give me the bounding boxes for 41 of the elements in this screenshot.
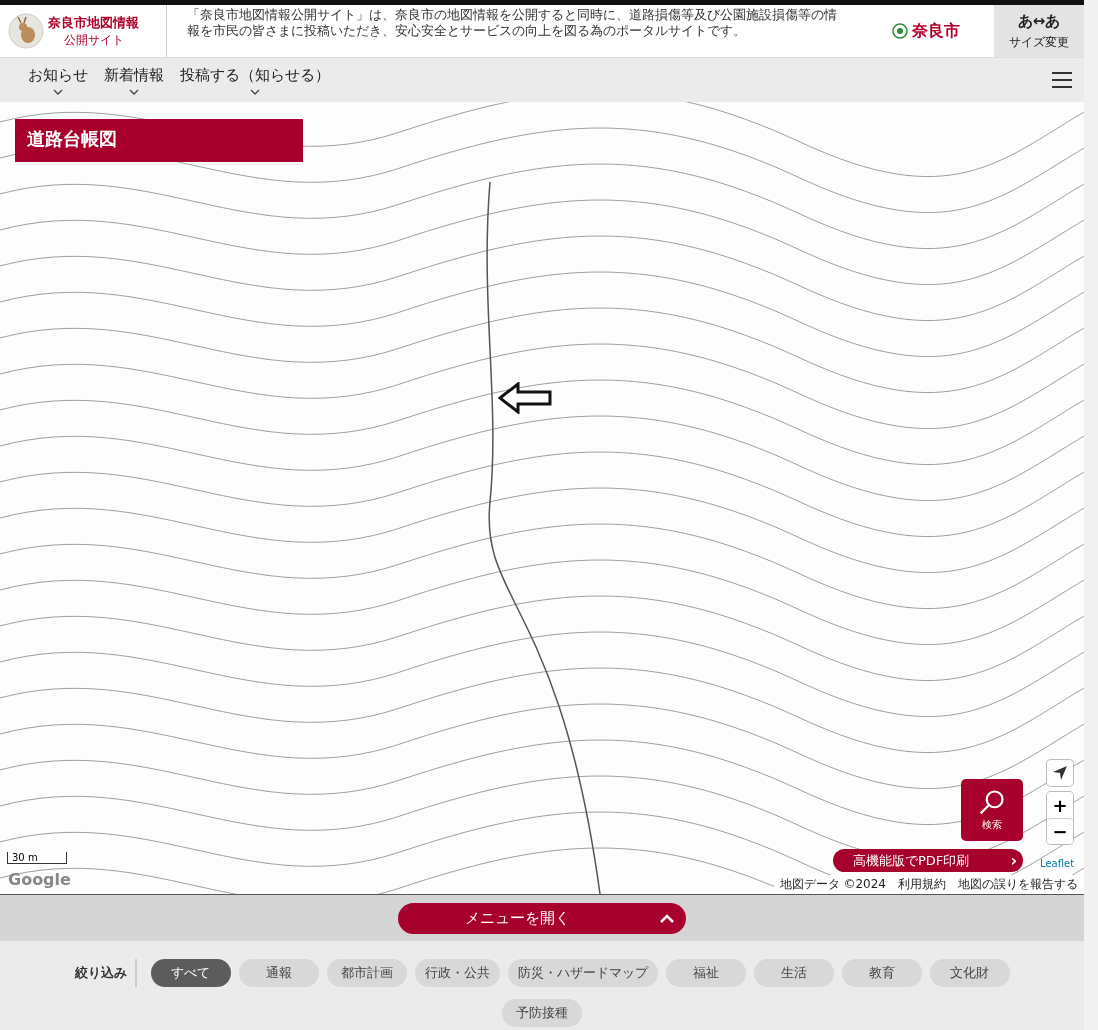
search-icon bbox=[978, 788, 1006, 816]
chevron-down-icon bbox=[250, 89, 260, 95]
site-subtitle: 公開サイト bbox=[63, 31, 124, 49]
nav-menu-item[interactable]: 投稿する（知らせる） bbox=[172, 58, 338, 95]
category-chip[interactable]: 行政・公共 bbox=[414, 959, 500, 987]
filter-label: 絞り込み bbox=[74, 959, 137, 987]
arrow-marker-icon[interactable] bbox=[498, 382, 552, 414]
chevron-down-icon bbox=[53, 89, 63, 95]
map-provider-logo: Google bbox=[8, 870, 71, 889]
category-chip[interactable]: 教育 bbox=[841, 959, 922, 987]
category-chip[interactable]: 予防接種 bbox=[502, 999, 582, 1027]
chevron-up-icon bbox=[659, 913, 674, 923]
scale-bar: 30 m bbox=[7, 852, 67, 864]
attribution-link[interactable]: 地図の誤りを報告する bbox=[958, 876, 1078, 893]
city-emblem-icon bbox=[891, 23, 908, 39]
category-chip[interactable]: 文化財 bbox=[929, 959, 1010, 987]
site-description: 「奈良市地図情報公開サイト」は、奈良市の地図情報を公開すると同時に、道路損傷等及び公園施設損傷等の情報を市民の皆さまに投稿いただき、安心安全とサービスの向上を図る為のポータルサイトです。 bbox=[186, 6, 838, 40]
attribution-link[interactable]: 地図データ ©2024 bbox=[779, 876, 886, 893]
nav-menu-item[interactable]: お知らせ bbox=[20, 58, 96, 95]
category-chip[interactable]: 都市計画 bbox=[326, 959, 407, 987]
category-chip[interactable]: 生活 bbox=[753, 959, 834, 987]
deer-logo-icon bbox=[8, 13, 44, 49]
city-name[interactable]: 奈良市 bbox=[911, 20, 960, 42]
category-chip[interactable]: すべて bbox=[150, 959, 231, 987]
category-chip[interactable]: 福祉 bbox=[665, 959, 746, 987]
open-menu-button[interactable]: メニューを開く bbox=[398, 902, 686, 934]
zoom-out-button[interactable]: − bbox=[1047, 818, 1073, 844]
pdf-print-button[interactable]: 高機能版でPDF印刷 › bbox=[833, 849, 1023, 872]
category-chip[interactable]: 通報 bbox=[238, 959, 319, 987]
site-title[interactable]: 奈良市地図情報 bbox=[48, 13, 139, 32]
attribution-link[interactable]: 利用規約 bbox=[898, 876, 946, 893]
font-size-toggle[interactable]: あ↔あ サイズ変更 bbox=[994, 5, 1084, 57]
locate-icon[interactable] bbox=[1047, 760, 1073, 786]
category-chip[interactable]: 防災・ハザードマップ bbox=[507, 959, 658, 987]
chevron-down-icon bbox=[129, 89, 139, 95]
menu-icon[interactable] bbox=[1052, 72, 1072, 88]
topographic-map-drawing[interactable] bbox=[0, 102, 1084, 894]
nav-menu-item[interactable]: 新着情報 bbox=[96, 58, 172, 95]
leaflet-link[interactable]: Leaflet bbox=[1040, 858, 1075, 869]
search-button[interactable]: 検索 bbox=[961, 779, 1023, 841]
layer-title-label: 道路台帳図 bbox=[15, 119, 303, 162]
